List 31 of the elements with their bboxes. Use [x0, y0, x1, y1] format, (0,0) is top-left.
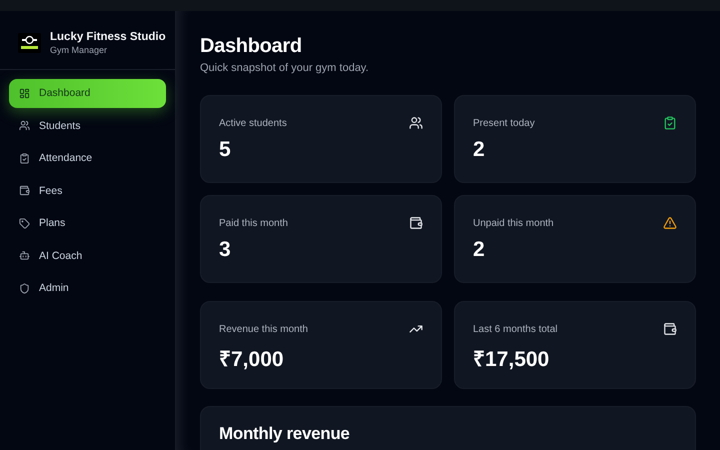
stat-label: Active students [219, 118, 287, 128]
nav-item[interactable]: AI Coach [9, 242, 166, 270]
nav-item[interactable]: Fees [9, 176, 166, 205]
stat-value: 2 [473, 238, 486, 262]
stat-label: Unpaid this month [473, 218, 554, 228]
page-title: Dashboard [200, 35, 303, 58]
stat-value: 2 [473, 138, 486, 162]
nav-item[interactable]: Plans [9, 209, 166, 238]
nav-item[interactable]: Admin [9, 274, 166, 302]
brand-subtitle: Gym Manager [50, 45, 108, 55]
stat-label: Last 6 months total [473, 324, 558, 334]
nav-item[interactable]: Students [9, 112, 166, 140]
stat-label: Paid this month [219, 218, 288, 228]
page-subtitle: Quick snapshot of your gym today. [200, 62, 370, 74]
stat-label: Present today [473, 118, 535, 128]
panel-title: Monthly revenue [219, 424, 351, 444]
stat-value: 5 [219, 138, 232, 162]
robot-icon [19, 250, 30, 262]
nav-item[interactable]: Attendance [9, 144, 166, 172]
wallet-icon [19, 185, 30, 196]
tag-icon [19, 218, 30, 229]
nav-item[interactable]: Dashboard [9, 79, 166, 108]
clipboard-check-icon [19, 152, 30, 164]
users-icon [19, 120, 30, 132]
stat-label: Revenue this month [219, 324, 308, 334]
stat-value: ₹17,500 [473, 347, 550, 372]
stat-value: ₹7,000 [219, 347, 285, 372]
brand-title: Lucky Fitness Studio [50, 31, 166, 43]
grid-icon [19, 88, 30, 99]
shield-icon [19, 282, 30, 294]
stat-value: 3 [219, 238, 232, 262]
